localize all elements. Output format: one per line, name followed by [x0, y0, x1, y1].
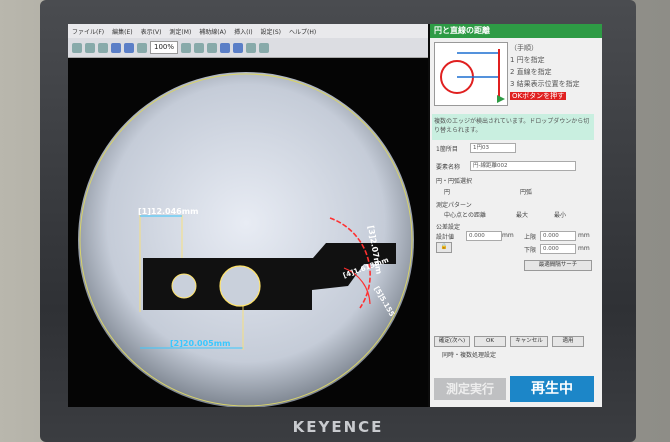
zoom-select[interactable]: 100%: [150, 41, 179, 54]
print-icon[interactable]: [98, 42, 108, 53]
menu-edit[interactable]: 編集(E): [108, 27, 136, 36]
pointer-icon[interactable]: [181, 42, 192, 53]
ok-button[interactable]: OK: [474, 336, 506, 347]
brand-logo: KEYENCE: [292, 418, 384, 436]
steps-header: （手順）: [510, 44, 538, 52]
pattern-min-radio[interactable]: 最小: [554, 210, 566, 219]
step-3: 3 結果表示位置を指定: [510, 80, 580, 88]
line-icon[interactable]: [207, 42, 218, 53]
sync-checkbox[interactable]: 同時・複数処理設定: [442, 350, 496, 359]
pattern-max-radio[interactable]: 最大: [516, 210, 528, 219]
upper-label: 上限: [524, 234, 537, 241]
menu-measure[interactable]: 測定(M): [165, 27, 195, 36]
small-hole: [171, 273, 197, 299]
menu-help[interactable]: ヘルプ(H): [285, 27, 320, 36]
measure-label-1: [1]12.046mm: [138, 207, 198, 216]
monitor-screen: ファイル(F) 編集(E) 表示(V) 測定(M) 補助線(A) 挿入(I) 設…: [68, 24, 602, 407]
search-button[interactable]: 最適間隔サーチ: [524, 260, 592, 271]
camera-view[interactable]: [1]12.046mm [2]20.005mm [3]2.07mm [4]1.6…: [68, 58, 428, 407]
lower-label: 下限: [524, 247, 537, 254]
open-icon[interactable]: [72, 42, 82, 53]
design-value-field[interactable]: 0.000: [466, 231, 502, 241]
lower-value-field[interactable]: 0.000: [540, 244, 576, 254]
item-name-label: 要素名称: [436, 164, 461, 171]
menu-file[interactable]: ファイル(F): [68, 27, 108, 36]
menu-bar: ファイル(F) 編集(E) 表示(V) 測定(M) 補助線(A) 挿入(I) 設…: [68, 24, 428, 38]
tolerance-label: 公差設定: [436, 224, 461, 231]
panel-title: 円と直線の距離: [430, 24, 602, 38]
design-label: 設計値: [436, 234, 455, 241]
arc-radio[interactable]: 円弧: [520, 187, 532, 196]
step-hint: OKボタンを押す: [510, 92, 567, 100]
side-panel: 円と直線の距離 （手順） 1 円を指定 2 直線を指定 3 結果表示位置を指定 …: [430, 24, 602, 407]
upper-unit: mm: [578, 232, 590, 239]
pattern-label: 測定パターン: [436, 202, 472, 209]
confirm-button[interactable]: 確定(次へ): [434, 336, 470, 347]
design-unit: mm: [502, 232, 514, 239]
delete-icon[interactable]: [137, 42, 147, 53]
menu-settings[interactable]: 設定(S): [257, 27, 286, 36]
color-icon[interactable]: [246, 42, 257, 53]
apply-button[interactable]: 適用: [552, 336, 584, 347]
cancel-button[interactable]: キャンセル: [510, 336, 548, 347]
circle-select-label: 円・円弧選択: [436, 178, 473, 185]
circle-line-diagram-icon: [440, 49, 505, 103]
line-width-icon[interactable]: [259, 42, 270, 53]
select-icon[interactable]: [220, 42, 231, 53]
pattern-center-radio[interactable]: 中心点との距離: [444, 210, 486, 219]
step-2: 2 直線を指定: [510, 68, 552, 76]
menu-insert[interactable]: 挿入(I): [230, 27, 256, 36]
grid-icon[interactable]: [233, 42, 244, 53]
lock-button[interactable]: 🔒: [436, 242, 452, 253]
toolbar: 100%: [68, 38, 428, 58]
menu-aux[interactable]: 補助線(A): [195, 27, 230, 36]
large-hole: [219, 265, 261, 307]
candidate-label: 1箇所目: [436, 146, 458, 153]
circle-radio[interactable]: 円: [444, 187, 450, 196]
diagram-icon: [434, 42, 508, 106]
redo-icon[interactable]: [124, 42, 134, 53]
measure-label-2: [2]20.005mm: [170, 339, 230, 348]
lower-unit: mm: [578, 245, 590, 252]
item-name-field[interactable]: 円-線距離002: [470, 161, 576, 171]
play-button[interactable]: 再生中: [510, 376, 594, 402]
notice-box: 複数のエッジが検出されています。ドロップダウンから切り替えられます。: [432, 114, 594, 140]
candidate-select[interactable]: 1円03: [470, 143, 516, 153]
run-measure-button[interactable]: 測定実行: [434, 378, 506, 400]
text-icon[interactable]: [194, 42, 205, 53]
upper-value-field[interactable]: 0.000: [540, 231, 576, 241]
measurement-canvas: [1]12.046mm [2]20.005mm [3]2.07mm [4]1.6…: [78, 72, 414, 407]
save-icon[interactable]: [85, 42, 95, 53]
steps-list: （手順） 1 円を指定 2 直線を指定 3 結果表示位置を指定 OKボタンを押す: [510, 42, 580, 102]
undo-icon[interactable]: [111, 42, 121, 53]
menu-view[interactable]: 表示(V): [137, 27, 166, 36]
step-1: 1 円を指定: [510, 56, 545, 64]
